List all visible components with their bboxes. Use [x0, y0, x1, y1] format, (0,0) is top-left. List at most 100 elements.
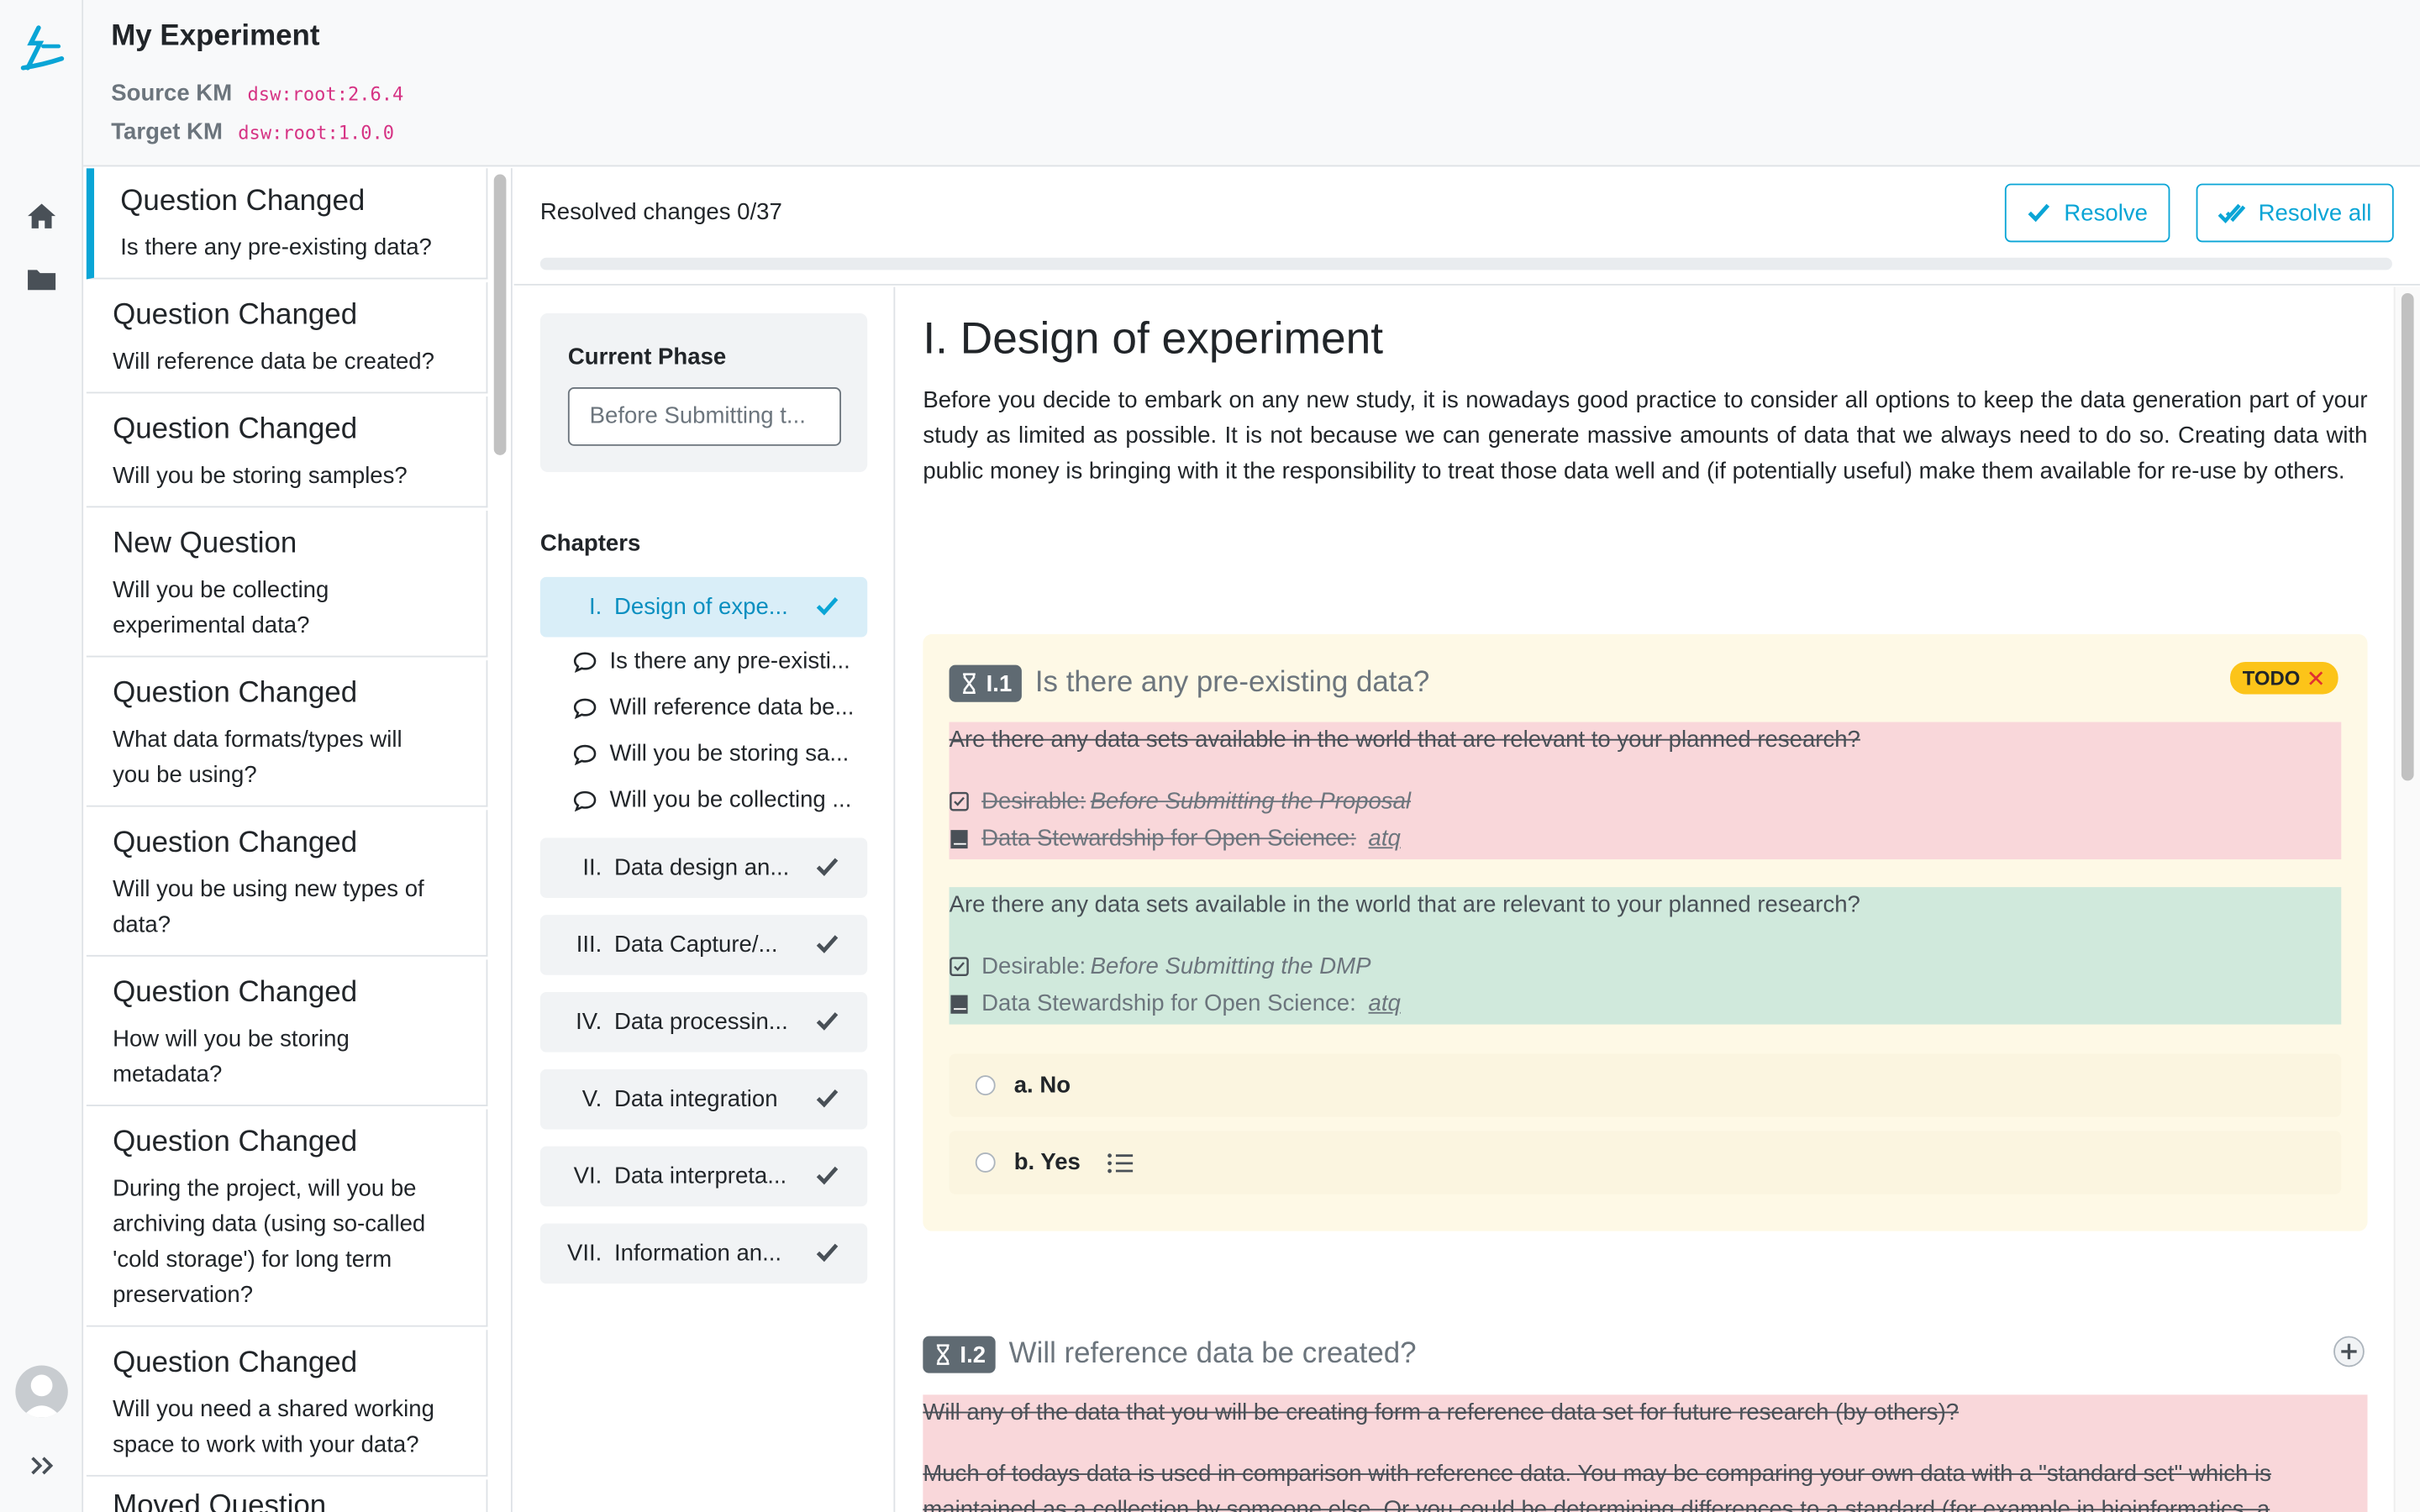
diff-removed-text: Much of todays data is used in compariso…: [923, 1461, 2271, 1487]
resolve-all-button[interactable]: Resolve all: [2196, 183, 2394, 243]
resolve-button[interactable]: Resolve: [2004, 183, 2170, 243]
question-header: I.1 Is there any pre-existing data?: [949, 664, 1429, 702]
home-icon[interactable]: [26, 202, 57, 230]
folder-icon[interactable]: [26, 265, 57, 293]
expand-sidebar-icon[interactable]: [28, 1453, 55, 1478]
chapter-item[interactable]: VII. Information an...: [539, 1223, 868, 1284]
hourglass-icon: [963, 673, 976, 694]
chapters-heading: Chapters: [539, 530, 641, 558]
change-item[interactable]: Question Changed Is there any pre-existi…: [86, 168, 488, 280]
page-header: My Experiment Source KM dsw:root:2.6.4 T…: [83, 0, 2420, 167]
scrollbar-thumb[interactable]: [2401, 292, 2414, 781]
check-icon: [816, 1243, 839, 1263]
answer-label: b. Yes: [1013, 1149, 1081, 1176]
new-question-text: Are there any data sets available in the…: [949, 891, 1860, 918]
change-item[interactable]: Question Changed During the project, wil…: [86, 1109, 488, 1327]
chapter-question-link[interactable]: Will you be collecting ...: [572, 787, 851, 813]
check-icon: [816, 1012, 839, 1031]
change-question: During the project, will you be archivin…: [113, 1175, 426, 1309]
page-title: My Experiment: [111, 19, 320, 53]
check-icon: [2028, 203, 2050, 223]
radio-button[interactable]: [975, 1152, 996, 1173]
questionnaire-content[interactable]: I. Design of experiment Before you decid…: [897, 286, 2391, 1512]
add-comment-icon[interactable]: [2332, 1335, 2365, 1368]
chapter-name: Data integration: [614, 1086, 778, 1113]
changes-scrollbar[interactable]: [493, 174, 507, 455]
change-question: Will you be storing samples?: [113, 463, 408, 490]
chapter-item[interactable]: III. Data Capture/...: [539, 915, 868, 975]
radio-button[interactable]: [975, 1075, 996, 1096]
change-item[interactable]: Question Changed Will reference data be …: [86, 282, 488, 394]
new-book-link[interactable]: atq: [1368, 990, 1400, 1016]
check-double-icon: [2218, 203, 2246, 223]
change-item[interactable]: New Question Will you be collecting expe…: [86, 510, 488, 658]
chapter-item[interactable]: IV. Data processin...: [539, 991, 868, 1053]
chapter-heading: I. Design of experiment: [923, 314, 1384, 365]
change-type: Question Changed: [113, 1347, 358, 1380]
new-desirable-value: Before Submitting the DMP: [1090, 953, 1371, 980]
avatar[interactable]: [15, 1365, 68, 1418]
old-question-text: Will any of the data that you will be cr…: [923, 1399, 1960, 1426]
new-book-label: Data Stewardship for Open Science:: [981, 990, 1356, 1017]
change-question: Will you be collecting experimental data…: [113, 576, 329, 639]
change-type: Question Changed: [113, 827, 358, 860]
change-question: Is there any pre-existing data?: [120, 234, 432, 261]
old-question-text: Are there any data sets available in the…: [949, 727, 1860, 753]
logo-icon[interactable]: [18, 24, 65, 74]
change-type: Question Changed: [113, 413, 358, 446]
chapter-number: IV.: [576, 1009, 602, 1036]
answer-option[interactable]: a. No: [949, 1053, 2342, 1117]
change-item[interactable]: Question Changed Will you be storing sam…: [86, 396, 488, 508]
chapter-number: VI.: [573, 1163, 602, 1190]
chapter-item[interactable]: II. Data design an...: [539, 837, 868, 898]
chapter-question-link[interactable]: Will you be storing sa...: [572, 741, 849, 767]
chapter-name: Information an...: [614, 1240, 782, 1267]
answer-option[interactable]: b. Yes: [949, 1131, 2342, 1194]
diff-removed-block: Are there any data sets available in the…: [949, 722, 2342, 860]
change-item[interactable]: Moved Question: [86, 1479, 488, 1512]
diff-added-block: Are there any data sets available in the…: [949, 887, 2342, 1025]
comment-icon: [573, 790, 597, 811]
todo-badge[interactable]: TODO ✕: [2230, 661, 2338, 695]
change-type: Question Changed: [113, 1126, 358, 1159]
close-icon[interactable]: ✕: [2307, 664, 2326, 692]
chapter-question-label: Will you be collecting ...: [609, 786, 852, 813]
question-badge: I.1: [949, 664, 1022, 702]
chapter-question-link[interactable]: Is there any pre-existi...: [572, 648, 850, 675]
todo-label: TODO: [2242, 666, 2301, 690]
new-desirable-label: Desirable:: [981, 953, 1086, 980]
resolve-all-button-label: Resolve all: [2258, 199, 2372, 227]
changes-list[interactable]: Question Changed Is there any pre-existi…: [83, 168, 513, 1512]
change-question: Will you need a shared working space to …: [113, 1396, 434, 1458]
resolve-button-label: Resolve: [2064, 199, 2148, 227]
phase-box: Current Phase Before Submitting t...: [539, 312, 868, 473]
phase-label: Current Phase: [567, 344, 727, 370]
hourglass-icon: [936, 1344, 950, 1365]
chapter-number: II.: [582, 854, 602, 881]
change-item[interactable]: Question Changed How will you be storing…: [86, 959, 488, 1106]
content-scrollbar[interactable]: [2393, 286, 2420, 1512]
change-item[interactable]: Question Changed Will you be using new t…: [86, 810, 488, 957]
chapter-item[interactable]: V. Data integration: [539, 1068, 868, 1130]
chapter-name: Data Capture/...: [614, 932, 778, 958]
change-type: Question Changed: [113, 299, 358, 332]
phase-select-button[interactable]: Before Submitting t...: [567, 387, 842, 446]
change-item[interactable]: Question Changed What data formats/types…: [86, 660, 488, 807]
resolved-count: Resolved changes 0/37: [539, 198, 782, 226]
change-question: Will reference data be created?: [113, 349, 434, 375]
chapter-item[interactable]: I. Design of expe...: [539, 576, 868, 638]
book-icon: [950, 994, 968, 1013]
diff-removed-book: Data Stewardship for Open Science: atq: [950, 826, 1401, 852]
chapter-item[interactable]: VI. Data interpreta...: [539, 1146, 868, 1207]
chapter-question-label: Will you be storing sa...: [609, 740, 850, 767]
chapter-question-label: Is there any pre-existi...: [609, 648, 850, 675]
diff-added-text: Are there any data sets available in the…: [950, 892, 1860, 918]
change-type: Question Changed: [113, 976, 358, 1010]
old-book-link[interactable]: atq: [1368, 826, 1400, 852]
resolve-progress-bar: [539, 257, 2392, 270]
chapter-question-link[interactable]: Will reference data be...: [572, 695, 854, 721]
answer-label: a. No: [1013, 1072, 1071, 1099]
change-item[interactable]: Question Changed Will you need a shared …: [86, 1330, 488, 1477]
check-icon: [816, 858, 839, 877]
diff-removed-block: Will any of the data that you will be cr…: [923, 1394, 2368, 1512]
